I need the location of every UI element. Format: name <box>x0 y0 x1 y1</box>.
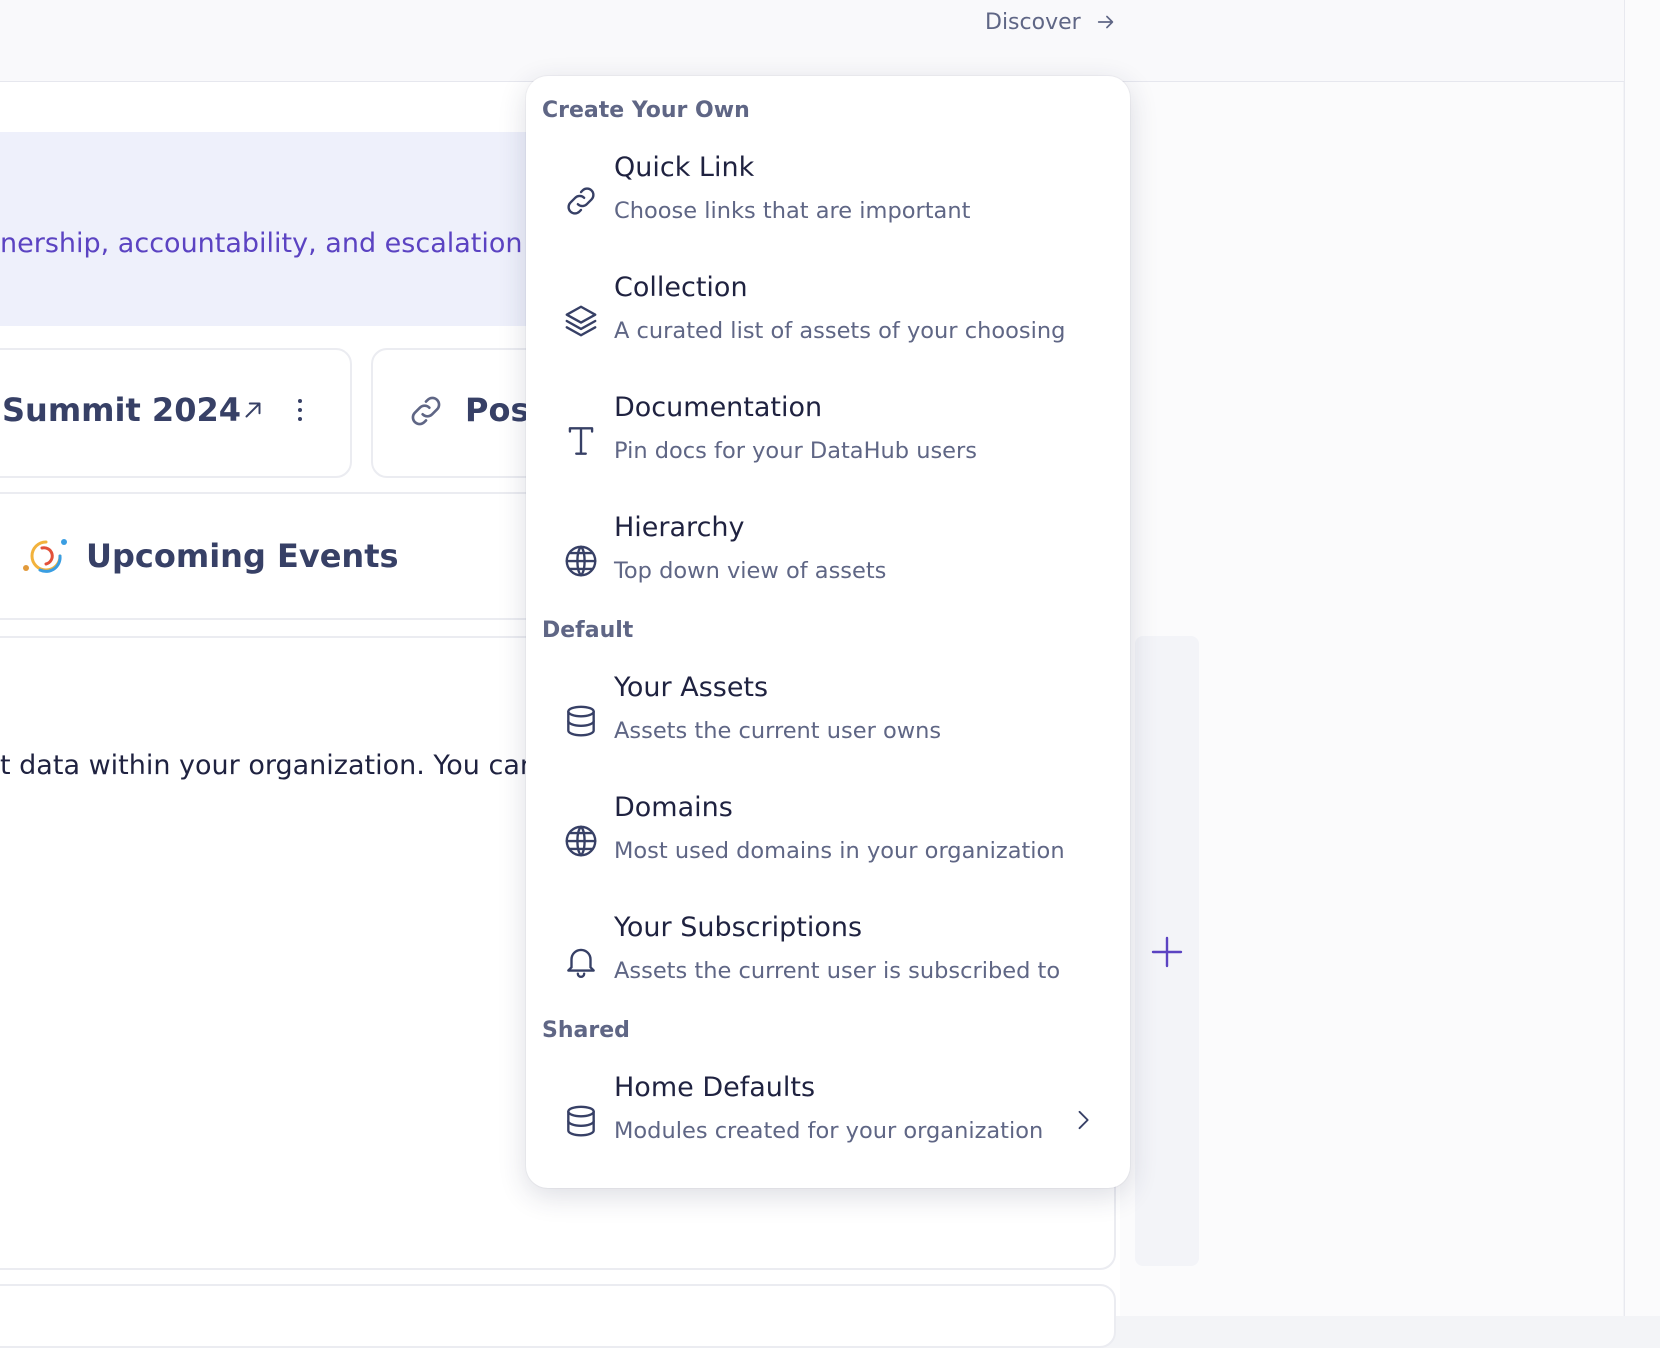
bell-icon <box>562 942 600 980</box>
plus-icon <box>1151 936 1183 968</box>
section-title-default: Default <box>542 618 634 643</box>
add-module-menu: Create Your Own Quick Link Choose links … <box>526 76 1130 1188</box>
arrow-right-icon <box>1097 15 1113 29</box>
menu-item-hierarchy[interactable]: Hierarchy Top down view of assets <box>534 506 1122 618</box>
upcoming-events-title: Upcoming Events <box>86 537 399 575</box>
section-title-shared: Shared <box>542 1018 630 1043</box>
menu-item-description: A curated list of assets of your choosin… <box>614 318 1066 344</box>
menu-item-domains[interactable]: Domains Most used domains in your organi… <box>534 786 1122 898</box>
menu-item-description: Modules created for your organization <box>614 1118 1044 1144</box>
menu-item-description: Top down view of assets <box>614 558 887 584</box>
menu-item-documentation[interactable]: Documentation Pin docs for your DataHub … <box>534 386 1122 498</box>
menu-item-title: Quick Link <box>614 152 755 183</box>
top-bar: Discover <box>0 0 1624 82</box>
menu-item-quick-link[interactable]: Quick Link Choose links that are importa… <box>534 146 1122 258</box>
globe-icon <box>562 822 600 860</box>
menu-item-description: Assets the current user owns <box>614 718 942 744</box>
documentation-text: t data within your organization. You can… <box>0 750 547 781</box>
external-link-icon[interactable] <box>240 397 266 423</box>
link-icon <box>411 396 441 426</box>
more-options-icon[interactable] <box>290 396 310 424</box>
scrollbar-track[interactable] <box>1624 0 1660 1316</box>
link-card-summit-title: Summit 2024 <box>2 391 241 429</box>
menu-item-collection[interactable]: Collection A curated list of assets of y… <box>534 266 1122 378</box>
menu-item-home-defaults[interactable]: Home Defaults Modules created for your o… <box>534 1066 1122 1178</box>
globe-icon <box>562 542 600 580</box>
menu-item-your-subscriptions[interactable]: Your Subscriptions Assets the current us… <box>534 906 1122 1018</box>
menu-item-description: Choose links that are important <box>614 198 971 224</box>
database-icon <box>562 702 600 740</box>
section-title-create: Create Your Own <box>542 98 750 123</box>
bottom-card <box>0 1284 1116 1348</box>
text-icon <box>562 422 600 460</box>
menu-item-title: Your Assets <box>614 672 769 703</box>
menu-item-title: Domains <box>614 792 733 823</box>
database-icon <box>562 1102 600 1140</box>
add-module-button[interactable] <box>1150 935 1184 969</box>
announcement-text: nership, accountability, and escalation … <box>0 228 564 259</box>
layers-icon <box>562 302 600 340</box>
menu-item-your-assets[interactable]: Your Assets Assets the current user owns <box>534 666 1122 778</box>
discover-link[interactable]: Discover <box>985 6 1117 38</box>
events-logo-icon <box>23 539 67 573</box>
menu-item-description: Pin docs for your DataHub users <box>614 438 977 464</box>
menu-item-title: Documentation <box>614 392 823 423</box>
menu-item-title: Collection <box>614 272 748 303</box>
menu-item-description: Most used domains in your organization <box>614 838 1065 864</box>
link-icon <box>562 182 600 220</box>
menu-item-title: Your Subscriptions <box>614 912 863 943</box>
menu-item-description: Assets the current user is subscribed to <box>614 958 1061 984</box>
discover-label: Discover <box>985 9 1081 35</box>
chevron-right-icon[interactable] <box>1069 1106 1097 1134</box>
menu-item-title: Home Defaults <box>614 1072 816 1103</box>
menu-item-title: Hierarchy <box>614 512 745 543</box>
